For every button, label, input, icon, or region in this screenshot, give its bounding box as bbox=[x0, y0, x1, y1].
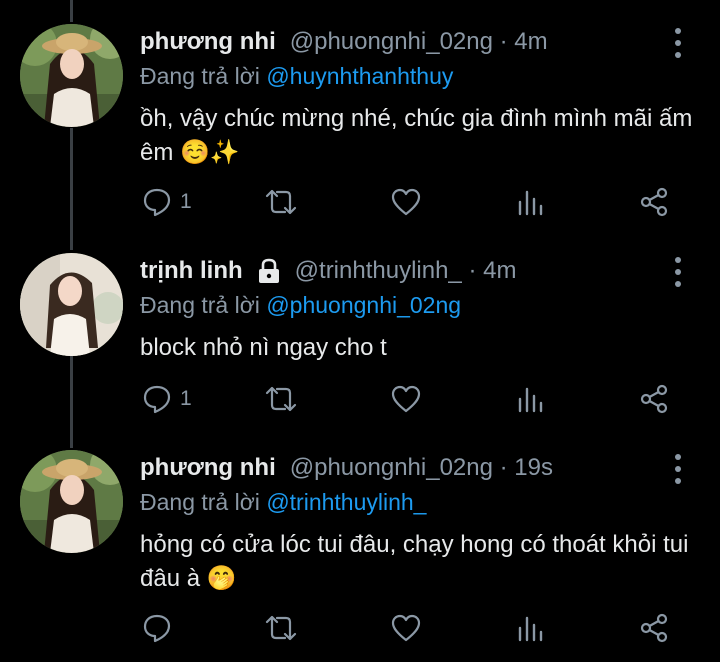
replying-to-label: Đang trả lời bbox=[140, 292, 260, 318]
tweet-1[interactable]: phương nhi @phuongnhi_02ng · 4m Đang trả… bbox=[0, 24, 720, 234]
replying-to-label: Đang trả lời bbox=[140, 63, 260, 89]
tweet-text: block nhỏ nì ngay cho t bbox=[140, 334, 387, 361]
tweet-2[interactable]: trịnh linh @trinhthuylinh_ · 4m Đang trả… bbox=[0, 253, 720, 433]
retweet-button[interactable] bbox=[263, 379, 299, 419]
reply-bubble-icon bbox=[143, 188, 171, 217]
reply-button[interactable] bbox=[142, 608, 180, 648]
heart-icon bbox=[391, 385, 421, 413]
heart-icon bbox=[391, 614, 421, 642]
share-button[interactable] bbox=[639, 608, 669, 648]
reply-bubble-icon bbox=[143, 385, 171, 414]
tweet-actions: 1 bbox=[0, 379, 720, 419]
more-vertical-icon[interactable] bbox=[668, 257, 688, 287]
share-icon bbox=[640, 613, 668, 643]
avatar[interactable] bbox=[20, 450, 123, 553]
author-name[interactable]: phương nhi bbox=[140, 28, 276, 56]
like-button[interactable] bbox=[390, 379, 422, 419]
analytics-bars-icon bbox=[518, 190, 543, 216]
thread-line bbox=[70, 0, 73, 22]
lock-icon bbox=[257, 258, 281, 284]
replying-to: Đang trả lời @huynhthanhthuy bbox=[140, 58, 453, 94]
more-vertical-icon[interactable] bbox=[668, 454, 688, 484]
analytics-button[interactable] bbox=[516, 182, 546, 222]
tweet-actions: 1 bbox=[0, 182, 720, 222]
share-icon bbox=[640, 187, 668, 217]
heart-icon bbox=[391, 188, 421, 216]
reply-button[interactable]: 1 bbox=[142, 182, 192, 222]
author-name[interactable]: phương nhi bbox=[140, 454, 276, 482]
replying-to-label: Đang trả lời bbox=[140, 489, 260, 515]
analytics-button[interactable] bbox=[516, 608, 546, 648]
retweet-icon bbox=[265, 189, 297, 215]
reply-count: 1 bbox=[180, 190, 192, 213]
replying-to-mention[interactable]: @huynhthanhthuy bbox=[266, 63, 453, 89]
avatar[interactable] bbox=[20, 253, 123, 356]
reply-bubble-icon bbox=[143, 614, 171, 643]
like-button[interactable] bbox=[390, 608, 422, 648]
replying-to-mention[interactable]: @phuongnhi_02ng bbox=[266, 292, 461, 318]
reply-button[interactable]: 1 bbox=[142, 379, 192, 419]
more-vertical-icon[interactable] bbox=[668, 28, 688, 58]
tweet-header: phương nhi @phuongnhi_02ng · 19s bbox=[140, 450, 553, 486]
analytics-button[interactable] bbox=[516, 379, 546, 419]
like-button[interactable] bbox=[390, 182, 422, 222]
tweet-header: phương nhi @phuongnhi_02ng · 4m bbox=[140, 24, 548, 60]
avatar[interactable] bbox=[20, 24, 123, 127]
tweet-text: ồh, vậy chúc mừng nhé, chúc gia đình mìn… bbox=[140, 105, 693, 166]
retweet-button[interactable] bbox=[263, 182, 299, 222]
share-button[interactable] bbox=[639, 182, 669, 222]
tweet-3[interactable]: phương nhi @phuongnhi_02ng · 19s Đang tr… bbox=[0, 450, 720, 662]
retweet-icon bbox=[265, 386, 297, 412]
author-name[interactable]: trịnh linh bbox=[140, 257, 243, 285]
tweet-text: hỏng có cửa lóc tui đâu, chạy hong có th… bbox=[140, 531, 689, 592]
analytics-bars-icon bbox=[518, 616, 543, 642]
tweet-actions bbox=[0, 608, 720, 648]
tweet-header: trịnh linh @trinhthuylinh_ · 4m bbox=[140, 253, 516, 289]
reply-count: 1 bbox=[180, 387, 192, 410]
share-icon bbox=[640, 384, 668, 414]
analytics-bars-icon bbox=[518, 387, 543, 413]
author-handle-time[interactable]: @phuongnhi_02ng · 4m bbox=[290, 28, 548, 56]
replying-to: Đang trả lời @phuongnhi_02ng bbox=[140, 287, 461, 323]
author-handle-time[interactable]: @phuongnhi_02ng · 19s bbox=[290, 454, 553, 482]
share-button[interactable] bbox=[639, 379, 669, 419]
replying-to-mention[interactable]: @trinhthuylinh_ bbox=[266, 489, 426, 515]
retweet-icon bbox=[265, 615, 297, 641]
retweet-button[interactable] bbox=[263, 608, 299, 648]
replying-to: Đang trả lời @trinhthuylinh_ bbox=[140, 484, 426, 520]
author-handle-time[interactable]: @trinhthuylinh_ · 4m bbox=[295, 257, 517, 285]
